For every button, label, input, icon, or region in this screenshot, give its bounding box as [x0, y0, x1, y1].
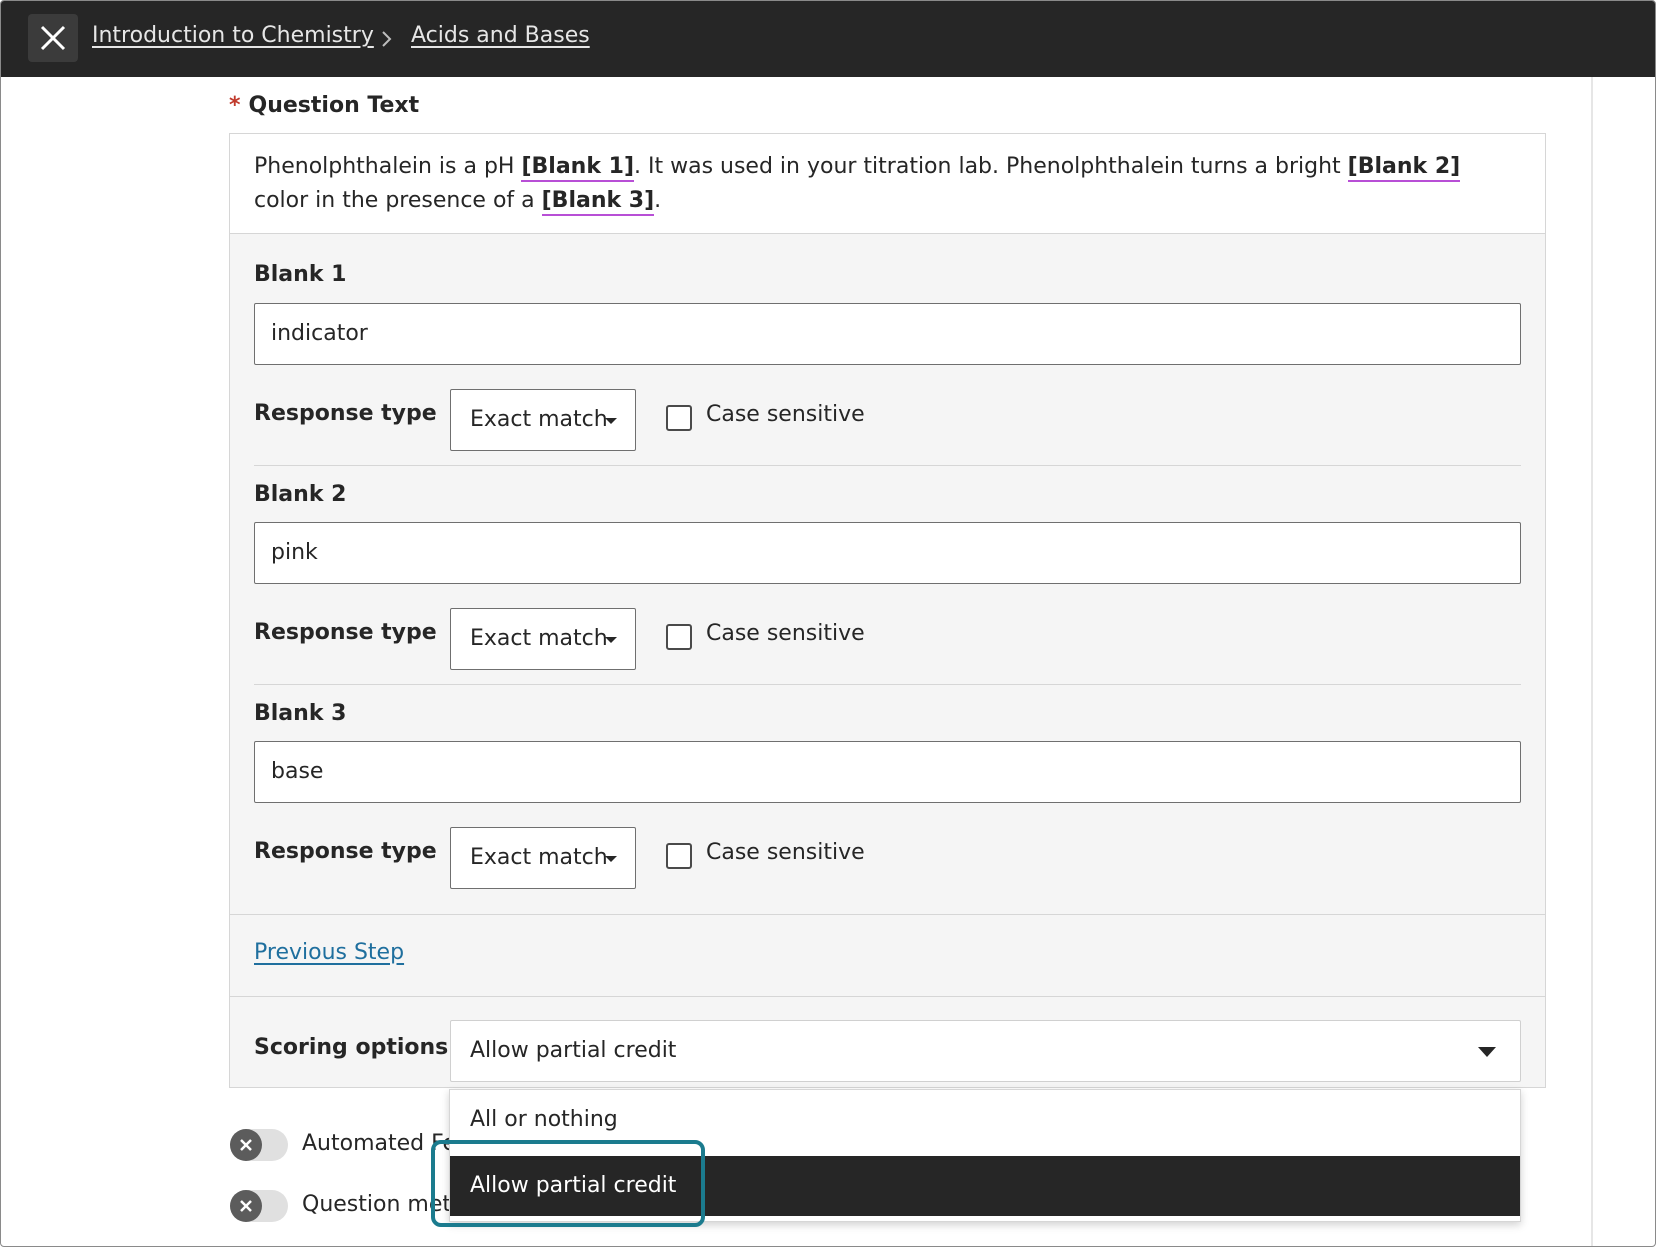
scoring-options-select[interactable]: Allow partial credit	[450, 1020, 1521, 1082]
automated-feedback-toggle[interactable]	[230, 1129, 288, 1161]
x-icon	[240, 1139, 252, 1151]
blank-1-answer-input[interactable]: indicator	[254, 303, 1521, 365]
app-window: Introduction to Chemistry Acids and Base…	[0, 0, 1656, 1247]
blank-2-title: Blank 2	[254, 482, 347, 507]
breadcrumb-page[interactable]: Acids and Bases	[411, 23, 590, 48]
top-bar: Introduction to Chemistry Acids and Base…	[1, 1, 1655, 77]
section-divider	[230, 914, 1545, 915]
blank-2-reference[interactable]: [Blank 2]	[1347, 154, 1461, 182]
x-icon	[240, 1200, 252, 1212]
blank-3-title: Blank 3	[254, 701, 347, 726]
previous-step-link[interactable]: Previous Step	[254, 940, 404, 965]
blank-1-response-type-select[interactable]: Exact match	[450, 389, 636, 451]
caret-down-icon	[1478, 1047, 1496, 1057]
caret-down-icon	[605, 418, 617, 424]
blank-2-case-sensitive-checkbox[interactable]	[666, 624, 692, 650]
caret-down-icon	[605, 637, 617, 643]
blank-3-case-sensitive-checkbox[interactable]	[666, 843, 692, 869]
panel-divider	[1591, 77, 1593, 1246]
blank-3-reference[interactable]: [Blank 3]	[541, 188, 655, 216]
blank-2-response-type-select[interactable]: Exact match	[450, 608, 636, 670]
blank-1-title: Blank 1	[254, 262, 347, 287]
blank-1-reference[interactable]: [Blank 1]	[521, 154, 634, 182]
blank-3-case-sensitive-label[interactable]: Case sensitive	[706, 840, 865, 865]
toggle-off-knob	[230, 1190, 262, 1222]
chevron-right-icon	[382, 31, 392, 47]
required-marker: *	[229, 93, 241, 118]
caret-down-icon	[605, 856, 617, 862]
blank-3-response-type-select[interactable]: Exact match	[450, 827, 636, 889]
blank-divider	[254, 684, 1521, 685]
question-metadata-toggle[interactable]	[230, 1190, 288, 1222]
blank-2-response-label: Response type	[254, 620, 437, 645]
toggle-off-knob	[230, 1129, 262, 1161]
blank-1-case-sensitive-label[interactable]: Case sensitive	[706, 402, 865, 427]
close-icon	[40, 25, 66, 51]
question-text-label: * Question Text	[229, 93, 420, 118]
blank-3-answer-input[interactable]: base	[254, 741, 1521, 803]
question-editor: Phenolphthalein is a pH [Blank 1]. It wa…	[229, 133, 1546, 1087]
scoring-options-label: Scoring options	[254, 1035, 449, 1060]
focus-highlight	[431, 1140, 705, 1227]
close-button[interactable]	[28, 14, 78, 62]
question-text-body[interactable]: Phenolphthalein is a pH [Blank 1]. It wa…	[230, 134, 1545, 234]
blank-3-response-label: Response type	[254, 839, 437, 864]
blank-1-response-label: Response type	[254, 401, 437, 426]
blank-1-case-sensitive-checkbox[interactable]	[666, 405, 692, 431]
blank-divider	[254, 465, 1521, 466]
scoring-options-panel: Scoring options Allow partial credit	[229, 996, 1546, 1088]
blank-2-answer-input[interactable]: pink	[254, 522, 1521, 584]
blank-2-case-sensitive-label[interactable]: Case sensitive	[706, 621, 865, 646]
breadcrumb-course[interactable]: Introduction to Chemistry	[92, 23, 374, 48]
